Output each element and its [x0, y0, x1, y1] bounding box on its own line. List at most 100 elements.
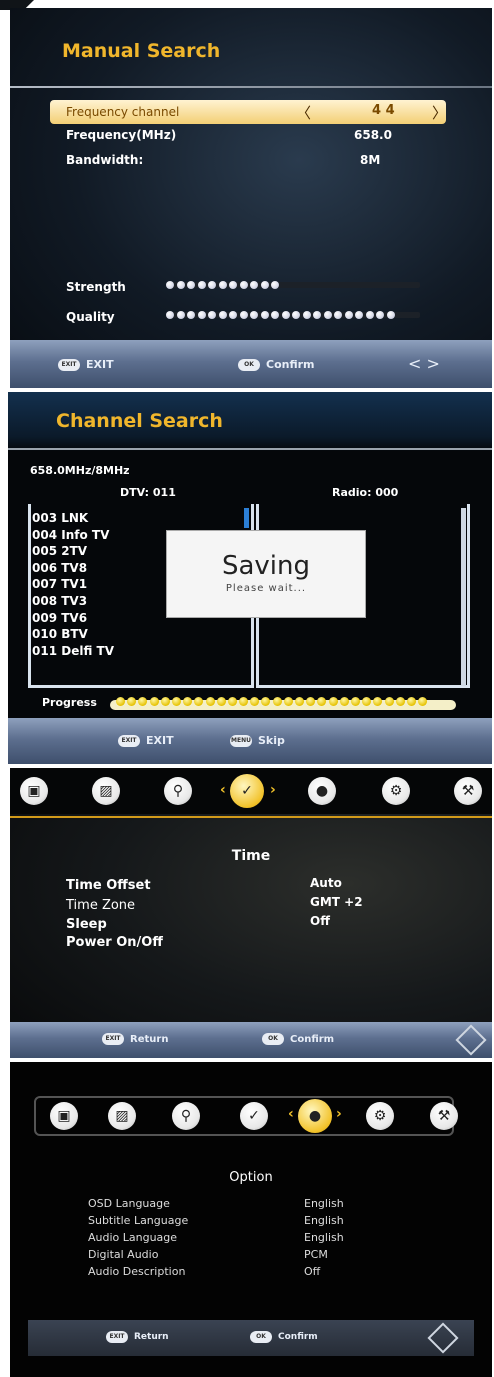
quality-dot [239, 311, 248, 319]
strength-dot [187, 281, 195, 289]
osd-language-label[interactable]: OSD Language [88, 1197, 170, 1210]
nav-arrows-icon[interactable]: < > [408, 354, 440, 373]
time-zone-label[interactable]: Time Zone [66, 898, 135, 913]
chevron-left-icon[interactable]: ‹ [220, 782, 226, 798]
list-item: 004 Info TV [32, 527, 110, 542]
list-item: 003 LNK [32, 511, 89, 525]
audio-description-value: Off [304, 1265, 321, 1278]
return-button[interactable]: EXIT Return [106, 1331, 169, 1343]
return-button[interactable]: EXIT Return [102, 1033, 168, 1045]
gear-icon[interactable]: ⚙ [366, 1102, 394, 1130]
digital-audio-label[interactable]: Digital Audio [88, 1248, 158, 1261]
nav-pad-icon[interactable] [455, 1024, 487, 1056]
confirm-button[interactable]: OK Confirm [238, 358, 315, 371]
quality-dot [355, 311, 363, 319]
confirm-label: Confirm [266, 358, 315, 371]
progress-dot [205, 697, 215, 706]
globe-icon[interactable]: ● [308, 777, 336, 805]
skip-button[interactable]: MENU Skip [230, 734, 285, 747]
footer-bar: EXIT Return OK Confirm [10, 1022, 492, 1058]
progress-dot [317, 697, 327, 706]
audio-description-label[interactable]: Audio Description [88, 1265, 185, 1278]
progress-dot [362, 697, 372, 706]
picture-icon[interactable]: ▨ [108, 1102, 136, 1130]
digital-audio-value: PCM [304, 1248, 328, 1261]
confirm-label: Confirm [290, 1033, 335, 1045]
header-divider [10, 816, 492, 818]
radio-count: Radio: 000 [332, 486, 399, 499]
tv-icon[interactable]: ▣ [20, 777, 48, 805]
sleep-value: Off [310, 914, 330, 928]
exit-key-icon: EXIT [106, 1331, 128, 1343]
quality-dot [281, 311, 290, 319]
progress-dot [183, 697, 193, 706]
chevron-right-icon[interactable]: 〉 [432, 102, 447, 123]
saving-title: Saving [221, 551, 311, 581]
frequency-channel-row[interactable]: Frequency channel 〈 4 4 〉 [50, 100, 447, 124]
nav-pad-icon[interactable] [427, 1322, 459, 1354]
footer-bar: EXIT EXIT OK Confirm < > [10, 340, 492, 388]
progress-dot [328, 697, 338, 706]
confirm-button[interactable]: OK Confirm [262, 1033, 334, 1045]
dtv-count: DTV: 011 [120, 486, 176, 499]
chevron-right-icon[interactable]: › [336, 1106, 342, 1122]
sleep-label[interactable]: Sleep [66, 917, 107, 932]
quality-dot [250, 311, 258, 319]
time-menu-screen: ▣ ▨ ⚲ ‹ ✓ › ● ⚙ ⚒ Time Time Offset Auto … [10, 768, 492, 1058]
strength-dot [260, 281, 269, 289]
list-item: 011 Delfi TV [32, 643, 114, 658]
time-offset-label[interactable]: Time Offset [66, 878, 151, 893]
chevron-left-icon[interactable]: 〈 [296, 102, 311, 123]
quality-dot [376, 311, 384, 319]
gear-icon[interactable]: ⚙ [382, 777, 410, 805]
manual-search-screen: Manual Search Frequency channel 〈 4 4 〉 … [10, 8, 492, 388]
picture-icon[interactable]: ▨ [92, 777, 120, 805]
chevron-left-icon[interactable]: ‹ [288, 1106, 294, 1122]
exit-key-icon: EXIT [58, 358, 80, 371]
tv-scrollbar[interactable] [244, 508, 249, 528]
exit-button[interactable]: EXIT EXIT [58, 358, 114, 371]
strength-bar [166, 279, 279, 291]
quality-dot [187, 311, 195, 319]
saving-dialog: Saving Please wait... [166, 530, 366, 618]
frequency-channel-value: 4 4 [372, 103, 395, 118]
exit-button[interactable]: EXIT EXIT [118, 734, 174, 747]
quality-bar [166, 309, 395, 321]
radio-scrollbar[interactable] [461, 508, 466, 686]
globe-icon[interactable]: ● [298, 1099, 332, 1133]
confirm-button[interactable]: OK Confirm [250, 1331, 318, 1343]
confirm-label: Confirm [278, 1332, 318, 1342]
quality-dot [197, 311, 206, 319]
list-item: 007 TV1 [32, 577, 88, 592]
progress-dot [395, 697, 405, 706]
list-item: 006 TV8 [32, 560, 88, 575]
wrench-icon[interactable]: ⚒ [454, 777, 482, 805]
clock-icon[interactable]: ✓ [230, 774, 264, 808]
page-title: Manual Search [62, 40, 221, 62]
quality-label: Quality [66, 310, 115, 324]
strength-dot [218, 281, 227, 289]
tv-icon[interactable]: ▣ [50, 1102, 78, 1130]
progress-dot [373, 697, 383, 706]
quality-dot [344, 311, 353, 319]
quality-dot [260, 311, 269, 319]
progress-dot [406, 697, 416, 706]
clock-icon[interactable]: ✓ [240, 1102, 268, 1130]
progress-dot [261, 697, 271, 706]
progress-dot [283, 697, 293, 706]
progress-dot [418, 697, 428, 706]
audio-language-value: English [304, 1231, 344, 1244]
wrench-icon[interactable]: ⚒ [430, 1102, 458, 1130]
quality-dot [166, 311, 174, 319]
subtitle-language-value: English [304, 1214, 344, 1227]
quality-dot [218, 311, 227, 319]
subtitle-language-label[interactable]: Subtitle Language [88, 1214, 188, 1227]
power-on-off-label[interactable]: Power On/Off [66, 935, 163, 950]
quality-dot [208, 311, 216, 319]
search-icon[interactable]: ⚲ [172, 1102, 200, 1130]
audio-language-label[interactable]: Audio Language [88, 1231, 177, 1244]
bandwidth-value: 8M [360, 153, 381, 167]
list-item: 010 BTV [32, 627, 88, 642]
search-icon[interactable]: ⚲ [164, 777, 192, 805]
chevron-right-icon[interactable]: › [270, 782, 276, 798]
